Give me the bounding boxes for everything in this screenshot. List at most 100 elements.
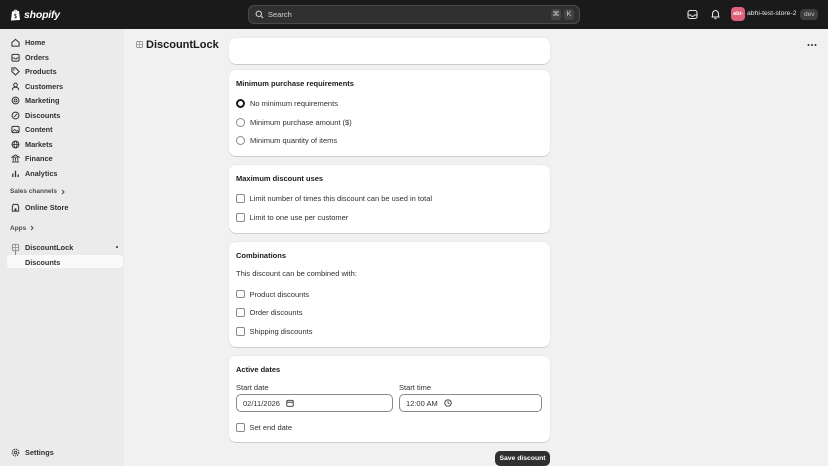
shortcut-key-cmd: ⌘	[551, 9, 561, 20]
store-avatar[interactable]: abi-	[731, 7, 745, 21]
app-grid-icon	[136, 41, 143, 48]
content-icon	[11, 125, 20, 134]
checkbox-order-discounts[interactable]: Order discounts	[236, 308, 302, 317]
radio-label: Minimum quantity of items	[250, 136, 338, 145]
checkbox-shipping-discounts[interactable]: Shipping discounts	[236, 327, 312, 336]
start-time-field[interactable]: 12:00 AM	[399, 394, 542, 412]
sales-channels-heading[interactable]: Sales channels	[10, 188, 66, 195]
combinations-title: Combinations	[236, 251, 286, 260]
sidebar-item-home[interactable]: Home	[7, 36, 123, 49]
active-dates-card: Active dates Start date 02/11/2026 Start…	[229, 356, 550, 442]
sidebar-item-products[interactable]: Products	[7, 65, 123, 78]
page-title: DiscountLock	[146, 39, 219, 51]
combinations-description: This discount can be combined with:	[236, 269, 357, 278]
bank-icon	[11, 154, 20, 163]
max-uses-title: Maximum discount uses	[236, 174, 324, 183]
globe-icon	[11, 140, 20, 148]
shopify-bag-icon	[11, 9, 20, 21]
checkbox-label: Limit number of times this discount can …	[249, 194, 433, 203]
sidebar-item-markets[interactable]: Markets	[7, 138, 123, 151]
sidebar-item-label: Products	[25, 67, 57, 76]
sidebar-item-finance[interactable]: Finance	[7, 152, 123, 165]
sidebar-item-label: Discounts	[25, 110, 61, 120]
chart-icon	[12, 170, 19, 177]
sidebar-subitem-label: Discounts	[25, 257, 61, 267]
sidebar-item-customers[interactable]: Customers	[7, 80, 123, 93]
start-date-field[interactable]: 02/11/2026	[236, 394, 393, 412]
sidebar-item-discountlock[interactable]: DiscountLock	[7, 241, 123, 254]
checkbox[interactable]	[236, 423, 245, 432]
sidebar-item-online-store[interactable]: Online Store	[7, 201, 123, 214]
checkbox-label: Shipping discounts	[249, 327, 313, 336]
checkbox-one-per-customer[interactable]: Limit to one use per customer	[236, 213, 348, 222]
sidebar-item-label: Markets	[25, 139, 53, 149]
sidebar-subitem-discounts[interactable]: Discounts	[7, 255, 123, 268]
sidebar-item-label: Home	[25, 38, 46, 47]
store-icon	[11, 203, 20, 212]
checkbox-product-discounts[interactable]: Product discounts	[236, 290, 309, 299]
search-placeholder: Search	[268, 10, 292, 19]
start-date-label: Start date	[236, 383, 269, 392]
sidebar-item-discounts[interactable]: Discounts	[7, 109, 123, 122]
save-discount-button[interactable]: Save discount	[495, 451, 550, 466]
combinations-card: Combinations This discount can be combin…	[229, 242, 550, 347]
sidebar-item-label: Orders	[25, 52, 49, 62]
sidebar-item-settings[interactable]: Settings	[7, 446, 123, 459]
checkbox-label: Order discounts	[249, 308, 303, 317]
chevron-right-icon	[61, 189, 65, 194]
top-bar: shopify Search ⌘ K abi- abhi-test-store-…	[0, 0, 828, 29]
radio-button[interactable]	[236, 99, 245, 108]
sidebar-item-label: Settings	[25, 447, 54, 457]
clock-icon[interactable]	[444, 399, 452, 407]
sidebar-item-analytics[interactable]: Analytics	[7, 167, 123, 180]
inbox-icon[interactable]	[687, 9, 698, 20]
bell-icon[interactable]	[710, 9, 721, 20]
logo-text: shopify	[24, 8, 60, 21]
gear-icon	[11, 448, 20, 456]
checkbox[interactable]	[236, 194, 245, 203]
radio-button[interactable]	[236, 117, 245, 127]
radio-min-quantity[interactable]: Minimum quantity of items	[236, 136, 337, 145]
min-requirements-card: Minimum purchase requirements No minimum…	[229, 70, 550, 156]
radio-no-minimum[interactable]: No minimum requirements	[236, 99, 338, 108]
more-actions-icon[interactable]	[806, 39, 818, 51]
sidebar-item-label: DiscountLock	[25, 242, 74, 252]
checkbox-label: Limit to one use per customer	[249, 213, 349, 222]
previous-card	[229, 38, 550, 64]
sidebar-item-marketing[interactable]: Marketing	[7, 94, 123, 107]
sales-channels-label: Sales channels	[10, 188, 57, 195]
radio-label: No minimum requirements	[250, 99, 338, 108]
person-icon	[11, 82, 20, 90]
shortcut-key-k: K	[564, 9, 574, 20]
sidebar-item-label: Content	[25, 125, 53, 134]
orders-icon	[11, 53, 20, 62]
sidebar: Home Orders Products Customers Marketing…	[0, 29, 124, 466]
sidebar-item-orders[interactable]: Orders	[7, 51, 123, 64]
checkbox-set-end-date[interactable]: Set end date	[236, 423, 292, 432]
sidebar-item-label: Marketing	[25, 96, 60, 105]
min-requirements-title: Minimum purchase requirements	[236, 79, 354, 88]
app-status-dot	[115, 245, 118, 248]
apps-label: Apps	[10, 224, 27, 232]
env-badge: dev	[800, 9, 819, 20]
active-dates-title: Active dates	[236, 364, 281, 374]
checkbox[interactable]	[236, 308, 245, 317]
checkbox-label: Product discounts	[249, 289, 310, 299]
checkbox[interactable]	[236, 213, 245, 222]
checkbox-limit-total[interactable]: Limit number of times this discount can …	[236, 194, 432, 203]
sidebar-item-content[interactable]: Content	[7, 123, 123, 136]
checkbox[interactable]	[236, 289, 245, 299]
checkbox[interactable]	[236, 327, 245, 336]
max-uses-card: Maximum discount uses Limit number of ti…	[229, 165, 550, 233]
start-date-value: 02/11/2026	[243, 398, 280, 408]
radio-button[interactable]	[236, 136, 245, 145]
radio-min-amount[interactable]: Minimum purchase amount ($)	[236, 117, 352, 127]
apps-heading[interactable]: Apps	[10, 225, 35, 232]
shopify-logo[interactable]: shopify	[10, 8, 60, 21]
radio-label: Minimum purchase amount ($)	[250, 117, 352, 127]
calendar-icon[interactable]	[286, 399, 294, 407]
search-bar[interactable]: Search ⌘ K	[248, 5, 580, 24]
tag-icon	[11, 67, 20, 76]
sidebar-item-label: Finance	[25, 154, 53, 163]
store-name[interactable]: abhi-test-store-2	[747, 10, 797, 17]
